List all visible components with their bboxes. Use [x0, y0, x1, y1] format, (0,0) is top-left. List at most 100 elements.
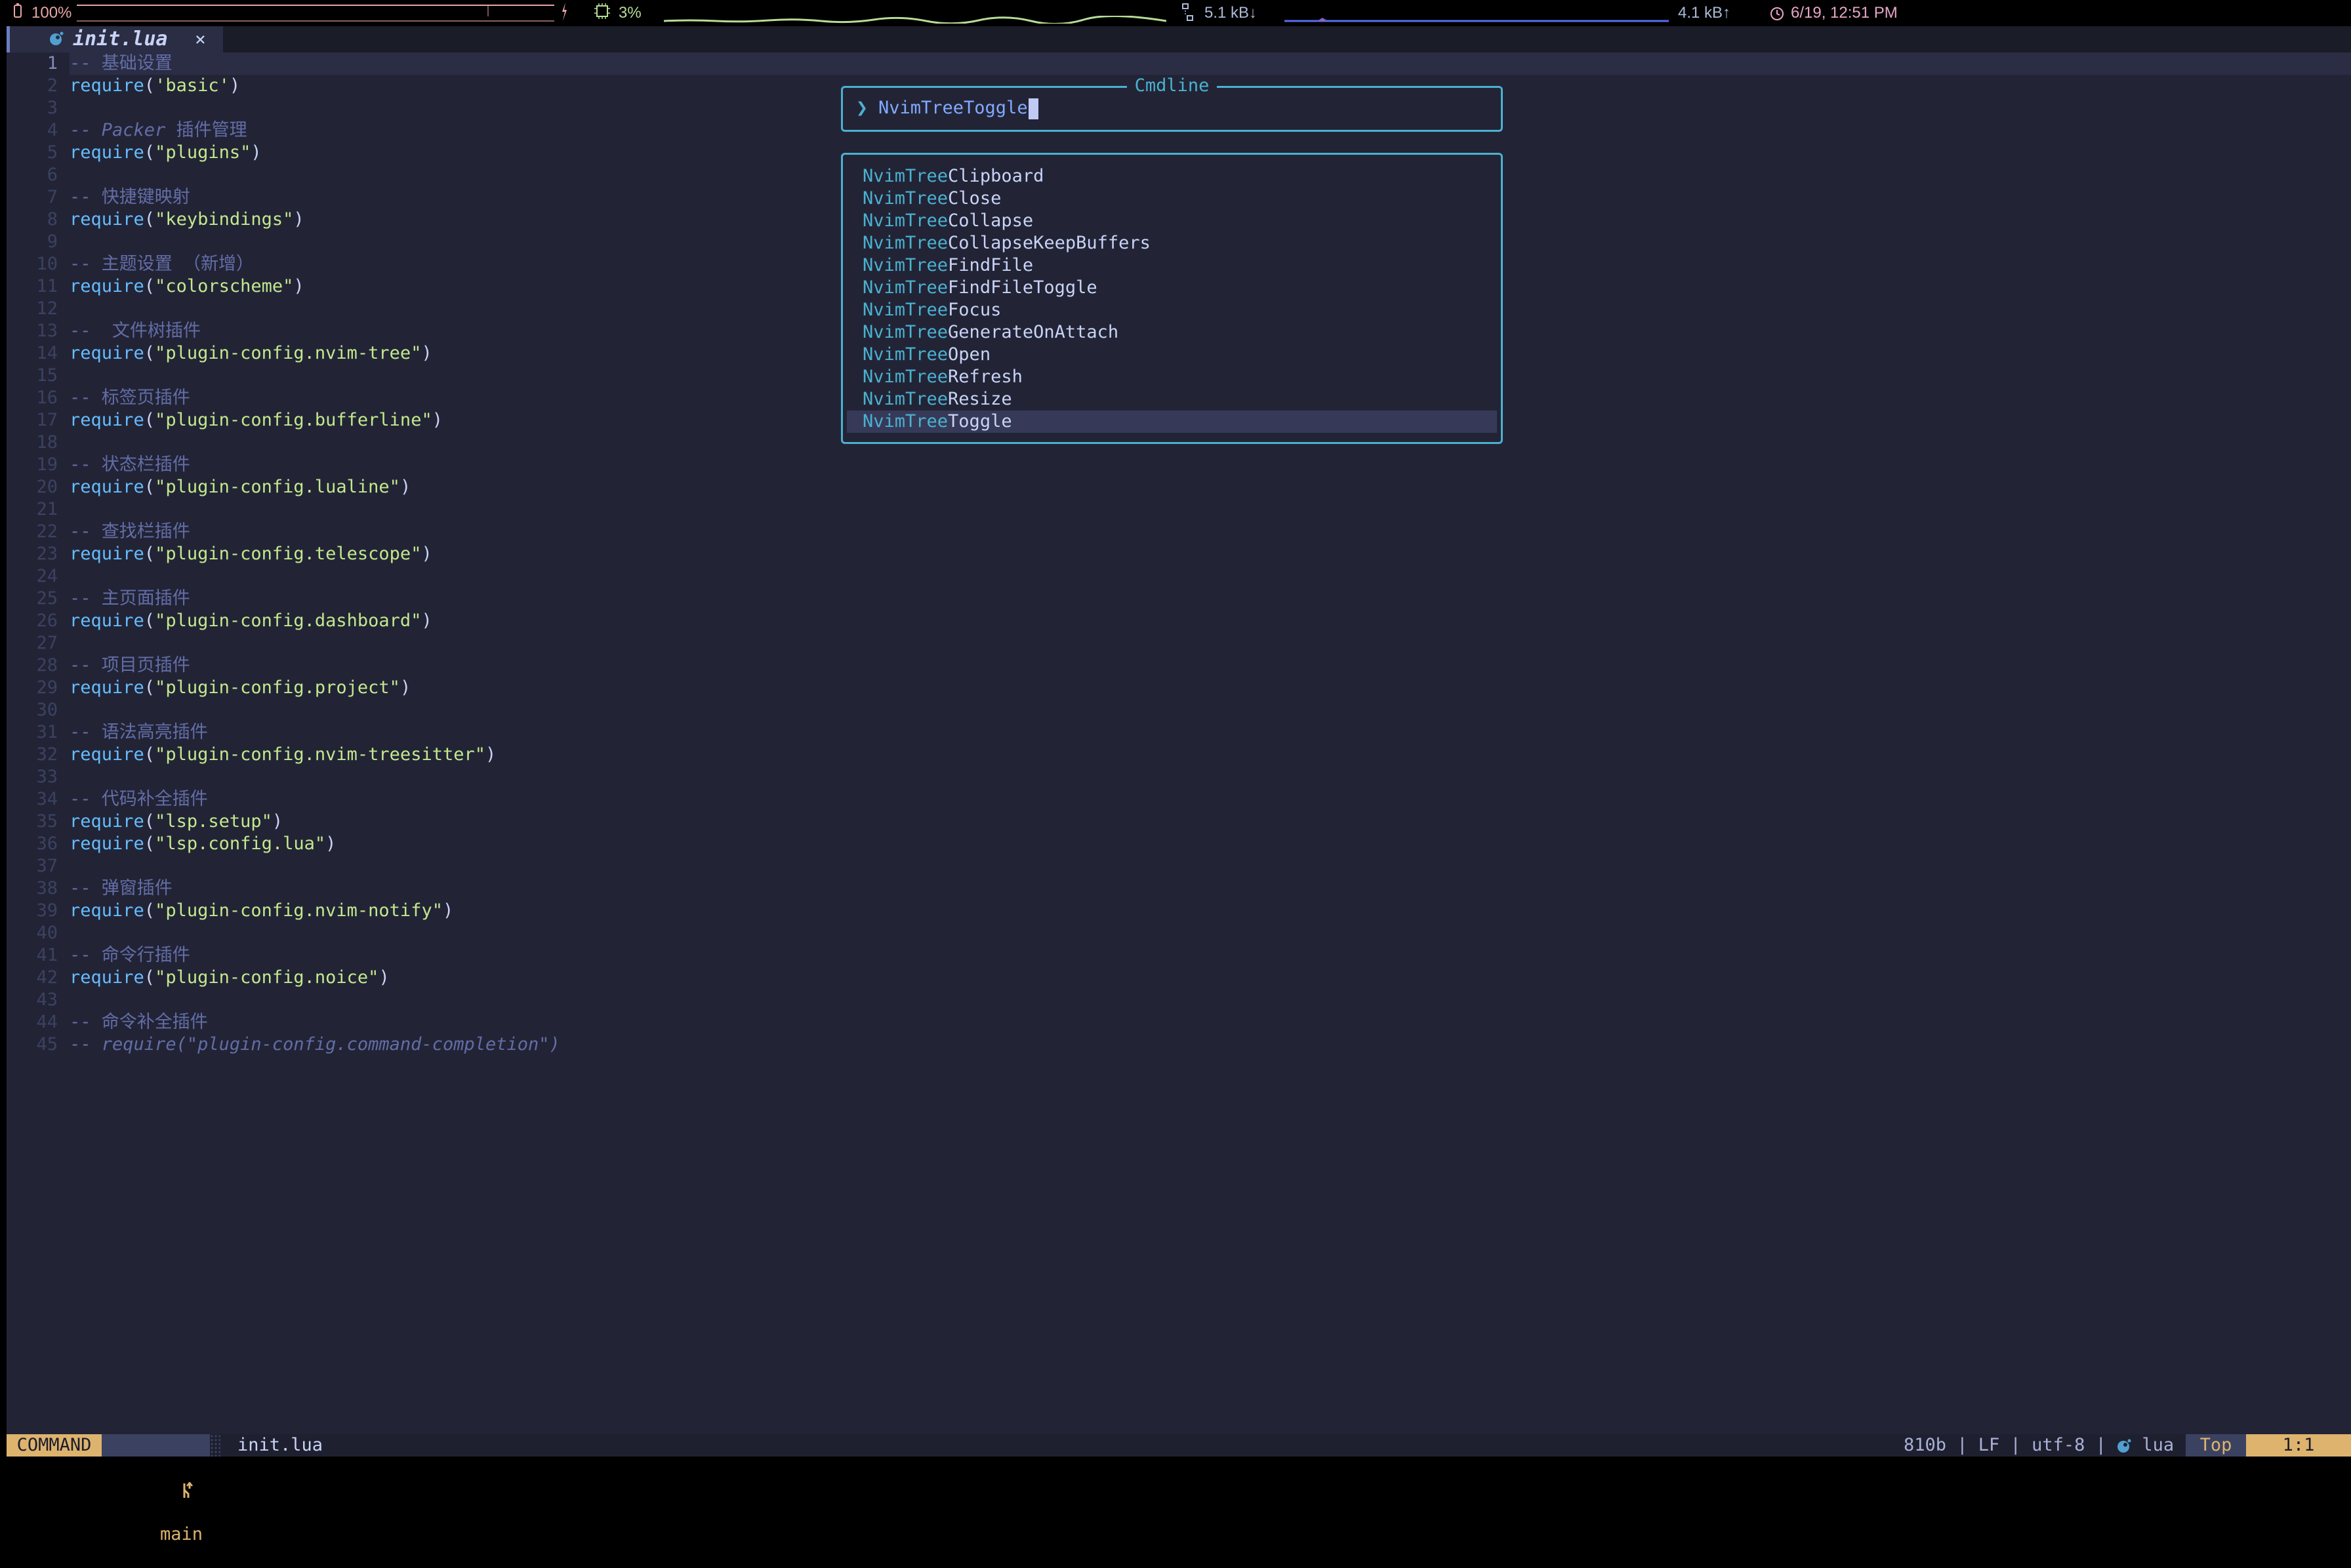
punctuation-token: ): [325, 834, 337, 854]
punctuation-token: (: [144, 811, 155, 832]
line-content: -- 主页面插件: [70, 588, 2351, 610]
match-prefix: NvimTree: [863, 411, 949, 432]
code-line[interactable]: 35 require("lsp.setup"): [7, 811, 2351, 833]
line-content: -- require("plugin-config.command-comple…: [70, 1034, 2351, 1056]
punctuation-token: (: [144, 744, 155, 765]
code-line[interactable]: 21: [7, 498, 2351, 521]
code-line[interactable]: 43: [7, 989, 2351, 1011]
line-number: 29: [36, 677, 58, 698]
match-prefix: NvimTree: [863, 255, 949, 275]
code-line[interactable]: 44 -- 命令补全插件: [7, 1011, 2351, 1034]
line-number: 21: [36, 499, 58, 519]
completion-item[interactable]: NvimTreeOpen: [847, 344, 1497, 366]
file-size-format-encoding: 810b | LF | utf-8 |: [1904, 1435, 2117, 1455]
line-content: require("plugin-config.project"): [70, 677, 2351, 699]
statusline: COMMAND main init.lua 810b | LF | utf-8 …: [7, 1434, 2351, 1544]
git-branch[interactable]: main: [102, 1434, 210, 1544]
code-line[interactable]: 31 -- 语法高亮插件: [7, 721, 2351, 744]
code-line[interactable]: 26 require("plugin-config.dashboard"): [7, 610, 2351, 632]
match-prefix: NvimTree: [863, 344, 949, 365]
punctuation-token: ): [432, 410, 443, 430]
code-line[interactable]: 33: [7, 766, 2351, 788]
completion-item[interactable]: NvimTreeToggle: [847, 411, 1497, 433]
line-number: 32: [36, 744, 58, 765]
line-number: 4: [47, 120, 58, 140]
battery-percent: 100%: [31, 4, 72, 22]
completion-item[interactable]: NvimTreeFindFile: [847, 254, 1497, 277]
code-line[interactable]: 38 -- 弹窗插件: [7, 877, 2351, 900]
code-line[interactable]: 24: [7, 565, 2351, 588]
cmdline-popup[interactable]: Cmdline ❯: [841, 75, 1503, 132]
tab-init-lua[interactable]: init.lua ×: [7, 26, 223, 52]
code-line[interactable]: 19 -- 状态栏插件: [7, 454, 2351, 476]
completion-item[interactable]: NvimTreeResize: [847, 388, 1497, 411]
network-history-graph: [1284, 18, 1669, 22]
code-line[interactable]: 30: [7, 699, 2351, 721]
completion-suffix: Focus: [948, 300, 1002, 320]
line-number: 11: [36, 276, 58, 296]
code-line[interactable]: 37: [7, 855, 2351, 877]
code-line[interactable]: 34 -- 代码补全插件: [7, 788, 2351, 811]
punctuation-token: ): [272, 811, 283, 832]
code-line[interactable]: 36 require("lsp.config.lua"): [7, 833, 2351, 855]
command-input[interactable]: [878, 97, 1469, 119]
cpu-percent: 3%: [619, 4, 642, 22]
line-content: require("lsp.config.lua"): [70, 833, 2351, 855]
punctuation-token: ): [229, 75, 241, 96]
line-content: [70, 699, 2351, 721]
status-filename: init.lua: [237, 1435, 323, 1455]
code-line[interactable]: 32 require("plugin-config.nvim-treesitter…: [7, 744, 2351, 766]
code-line[interactable]: 23 require("plugin-config.telescope"): [7, 543, 2351, 565]
lua-file-icon: [2117, 1435, 2131, 1455]
line-number: 33: [36, 767, 58, 787]
code-line[interactable]: 1 -- 基础设置: [7, 52, 2351, 75]
completion-item[interactable]: NvimTreeFocus: [847, 299, 1497, 321]
comment-token: -- 查找栏插件: [70, 521, 190, 542]
line-content: require("plugin-config.nvim-notify"): [70, 900, 2351, 922]
code-line[interactable]: 40: [7, 922, 2351, 944]
completion-suffix: FindFileToggle: [948, 277, 1097, 298]
line-number: 42: [36, 967, 58, 988]
code-line[interactable]: 41 -- 命令行插件: [7, 944, 2351, 967]
line-content: [70, 922, 2351, 944]
function-token: require: [70, 142, 144, 163]
line-content: -- 语法高亮插件: [70, 721, 2351, 744]
string-token: 'basic': [155, 75, 230, 96]
line-content: require("plugin-config.noice"): [70, 967, 2351, 989]
punctuation-token: (: [144, 900, 155, 921]
code-line[interactable]: 28 -- 项目页插件: [7, 654, 2351, 677]
line-number: 8: [47, 209, 58, 230]
close-tab-icon[interactable]: ×: [195, 29, 206, 50]
completion-item[interactable]: NvimTreeClipboard: [847, 165, 1497, 188]
code-line[interactable]: 22 -- 查找栏插件: [7, 521, 2351, 543]
code-line[interactable]: 20 require("plugin-config.lualine"): [7, 476, 2351, 498]
string-token: "plugin-config.telescope": [155, 544, 422, 564]
function-token: require: [70, 477, 144, 497]
completion-item[interactable]: NvimTreeFindFileToggle: [847, 277, 1497, 299]
text-cursor: [1029, 98, 1038, 119]
completion-item[interactable]: NvimTreeClose: [847, 188, 1497, 210]
match-prefix: NvimTree: [863, 166, 949, 186]
lightning-icon: [561, 3, 567, 24]
line-content: [70, 855, 2351, 877]
line-number: 13: [36, 321, 58, 341]
match-prefix: NvimTree: [863, 300, 949, 320]
completion-menu[interactable]: NvimTreeClipboard NvimTreeClose NvimTreeCo…: [841, 153, 1503, 444]
completion-item[interactable]: NvimTreeGenerateOnAttach: [847, 321, 1497, 344]
comment-token: --: [70, 1034, 102, 1055]
punctuation-token: (: [144, 834, 155, 854]
completion-item[interactable]: NvimTreeCollapseKeepBuffers: [847, 232, 1497, 254]
completion-item[interactable]: NvimTreeRefresh: [847, 366, 1497, 388]
completion-suffix: Open: [948, 344, 991, 365]
code-line[interactable]: 42 require("plugin-config.noice"): [7, 967, 2351, 989]
code-line[interactable]: 29 require("plugin-config.project"): [7, 677, 2351, 699]
code-line[interactable]: 45 -- require("plugin-config.command-comp…: [7, 1034, 2351, 1056]
code-line[interactable]: 27: [7, 632, 2351, 654]
punctuation-token: ): [399, 477, 411, 497]
code-line[interactable]: 39 require("plugin-config.nvim-notify"): [7, 900, 2351, 922]
line-number: 14: [36, 343, 58, 363]
code-line[interactable]: 25 -- 主页面插件: [7, 588, 2351, 610]
comment-token: -- 弹窗插件: [70, 878, 173, 898]
line-number: 35: [36, 811, 58, 832]
completion-item[interactable]: NvimTreeCollapse: [847, 210, 1497, 232]
